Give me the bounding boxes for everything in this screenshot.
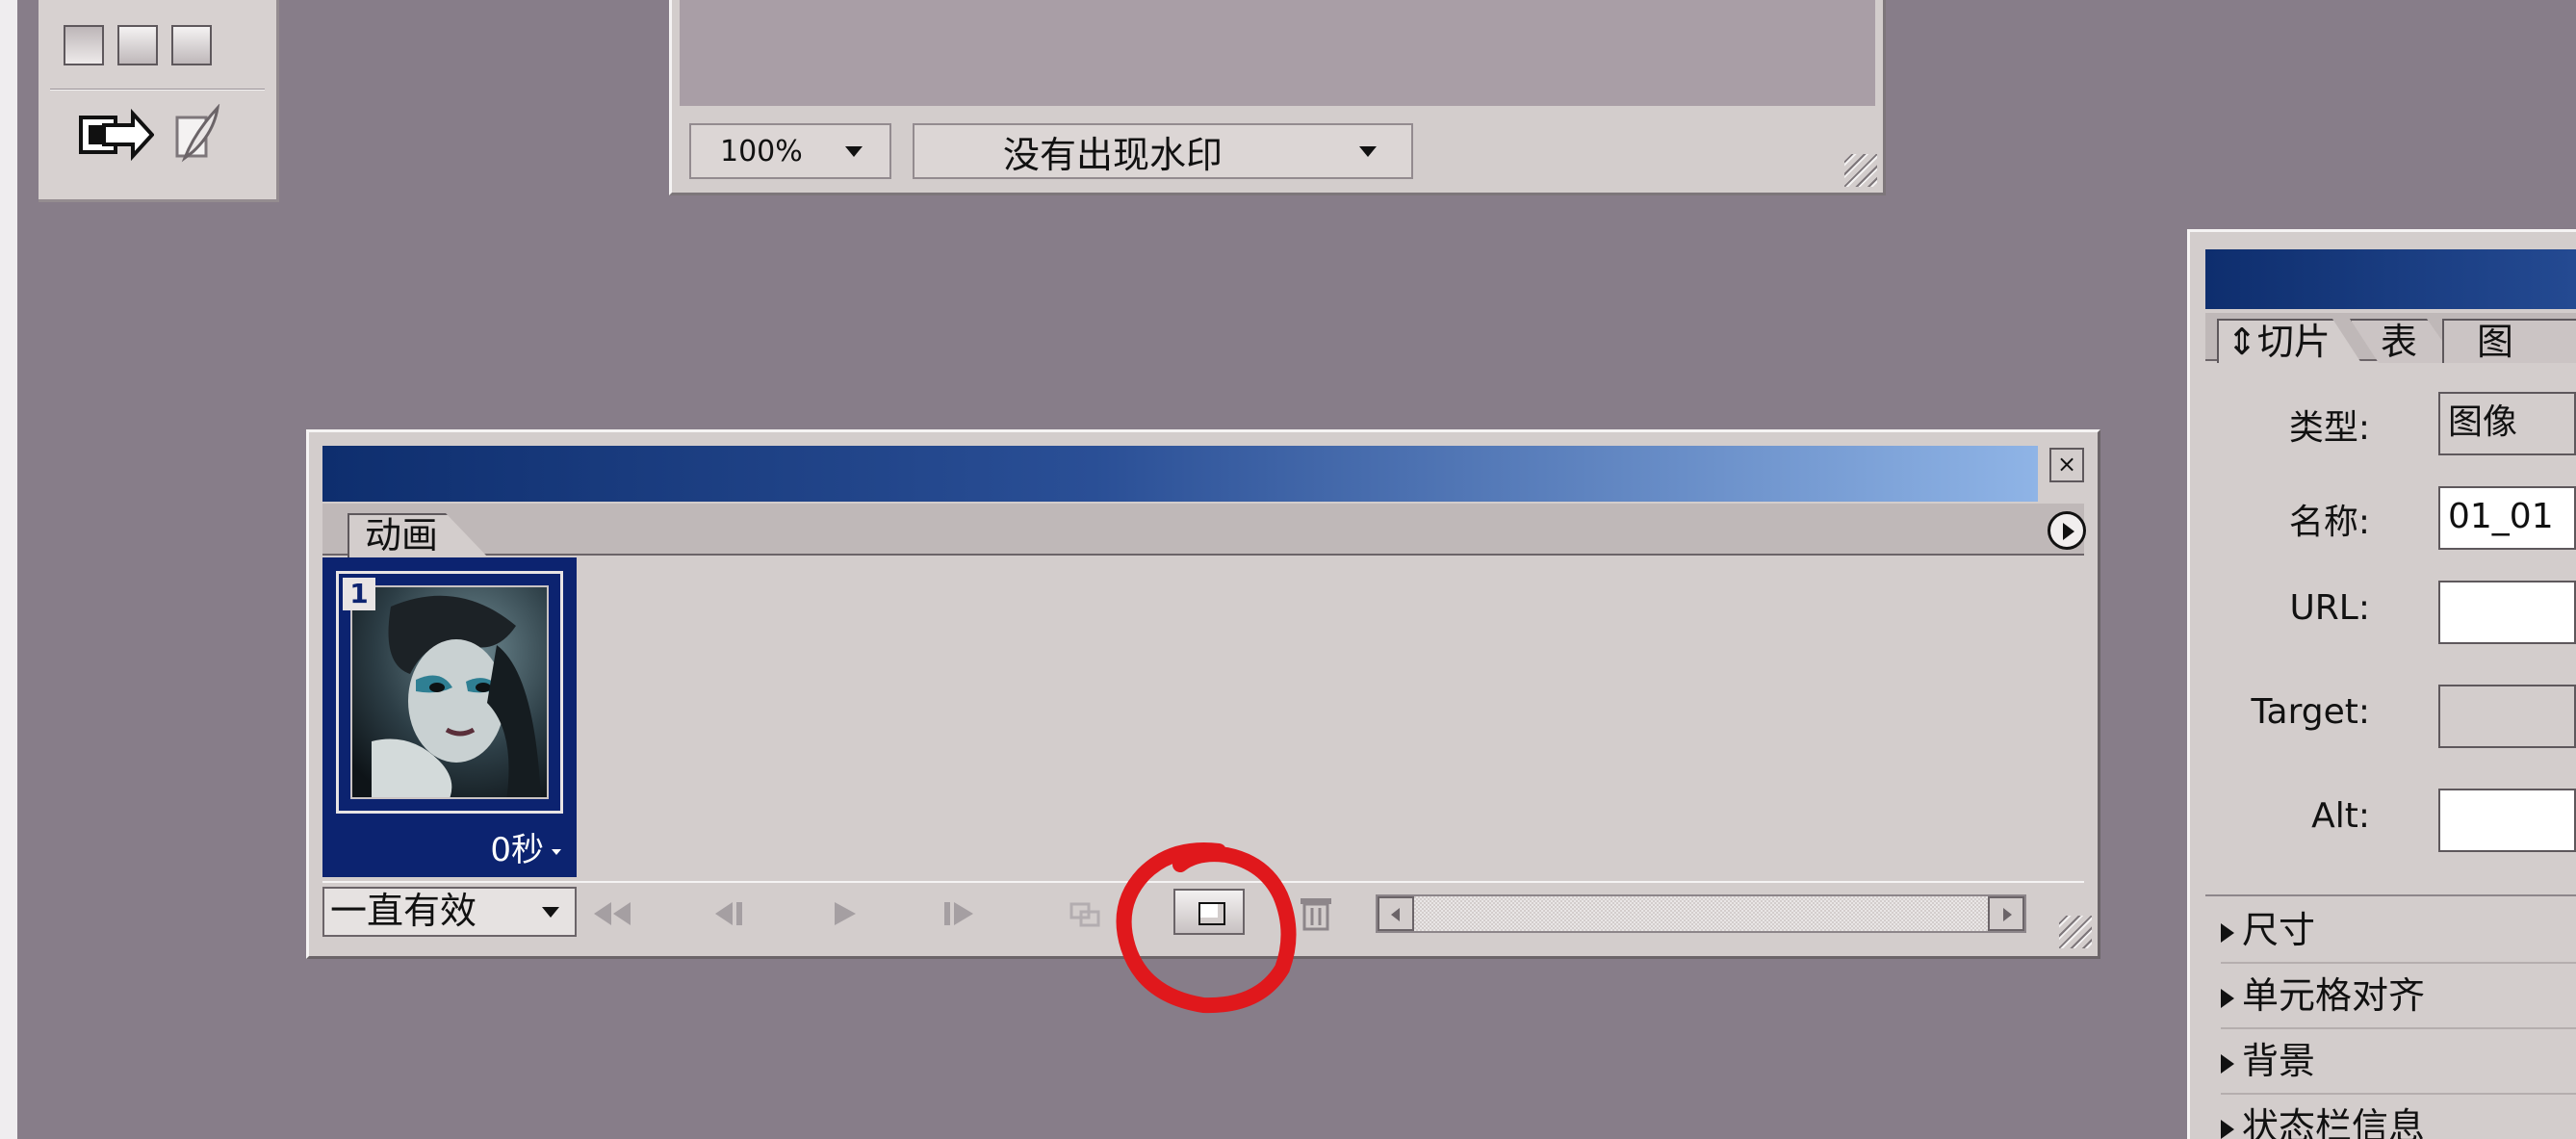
slice-type-select[interactable]: 图像 bbox=[2438, 392, 2576, 455]
section-status-bar-info-label: 状态栏信息 bbox=[2242, 1105, 2426, 1139]
image-canvas bbox=[680, 0, 1875, 106]
toolbox bbox=[39, 0, 279, 202]
slice-alt-field[interactable] bbox=[2438, 789, 2576, 852]
slice-panel: ⇕切片 表 图 类型: 图像 名称: 01_01 URL: Target: Al… bbox=[2187, 229, 2576, 1139]
frame-thumbnail bbox=[350, 585, 549, 799]
loop-options-select[interactable]: 一直有效 bbox=[322, 887, 577, 937]
expand-arrow-icon bbox=[2221, 1053, 2234, 1074]
frame-number: 1 bbox=[343, 578, 375, 610]
expand-arrow-icon bbox=[2221, 988, 2234, 1008]
section-dimensions-label: 尺寸 bbox=[2242, 909, 2316, 951]
zoom-select[interactable]: 100% bbox=[689, 123, 891, 179]
tween-icon[interactable] bbox=[1062, 894, 1110, 933]
slice-name-row: 名称: 01_01 bbox=[2190, 480, 2576, 552]
slice-alt-row: Alt: bbox=[2190, 783, 2576, 854]
slice-type-label: 类型: bbox=[2288, 408, 2370, 448]
palette-menu-icon[interactable] bbox=[2048, 511, 2086, 550]
screen-mode-buttons bbox=[64, 25, 212, 65]
feather-icon[interactable] bbox=[175, 104, 221, 164]
first-frame-icon[interactable] bbox=[588, 894, 636, 933]
screen-edge bbox=[0, 0, 17, 1139]
frames-area: 1 0秒 bbox=[322, 557, 2084, 877]
scroll-right-icon[interactable] bbox=[1988, 896, 2024, 931]
chevron-down-icon bbox=[845, 146, 863, 157]
slice-panel-title-bar[interactable] bbox=[2205, 249, 2576, 309]
standard-mode-icon[interactable] bbox=[64, 25, 104, 65]
slice-section-divider bbox=[2205, 894, 2576, 896]
slice-url-field[interactable] bbox=[2438, 581, 2576, 644]
section-background[interactable]: 背景 bbox=[2221, 1031, 2576, 1095]
palette-tab-strip: 动画 bbox=[322, 504, 2086, 557]
loop-option-value: 一直有效 bbox=[330, 890, 477, 932]
resize-grip-icon[interactable] bbox=[2059, 916, 2092, 948]
slice-target-field[interactable] bbox=[2438, 685, 2576, 748]
slice-target-row: Target: bbox=[2190, 679, 2576, 750]
frames-scrollbar[interactable] bbox=[1376, 894, 2026, 933]
slice-url-label: URL: bbox=[2289, 588, 2370, 628]
play-icon[interactable] bbox=[823, 894, 871, 933]
frame-delay-select[interactable]: 0秒 bbox=[322, 823, 561, 870]
animation-frame[interactable]: 1 0秒 bbox=[322, 557, 577, 877]
watermark-status-text: 没有出现水印 bbox=[1003, 133, 1224, 176]
trash-icon[interactable] bbox=[1295, 893, 1337, 933]
slice-type-row: 类型: 图像 bbox=[2190, 386, 2576, 457]
slice-name-field[interactable]: 01_01 bbox=[2438, 486, 2576, 550]
slice-name-label: 名称: bbox=[2288, 503, 2370, 542]
tab-slice[interactable]: ⇕切片 bbox=[2217, 319, 2361, 363]
chevron-down-icon bbox=[542, 907, 559, 918]
section-cell-alignment-label: 单元格对齐 bbox=[2242, 974, 2426, 1017]
next-frame-icon[interactable] bbox=[935, 894, 983, 933]
full-screen-icon[interactable] bbox=[171, 25, 212, 65]
chevron-down-icon bbox=[552, 848, 561, 855]
jump-to-imageready-icon[interactable] bbox=[77, 104, 154, 164]
palette-title-bar[interactable] bbox=[322, 446, 2038, 502]
prev-frame-icon[interactable] bbox=[706, 894, 754, 933]
section-background-label: 背景 bbox=[2242, 1040, 2316, 1082]
section-status-bar-info[interactable]: 状态栏信息 bbox=[2221, 1097, 2576, 1139]
slice-target-label: Target: bbox=[2251, 692, 2370, 732]
full-screen-menu-mode-icon[interactable] bbox=[117, 25, 158, 65]
jump-buttons bbox=[77, 104, 221, 164]
red-circle-annotation bbox=[1116, 842, 1297, 1014]
section-cell-alignment[interactable]: 单元格对齐 bbox=[2221, 966, 2576, 1029]
tab-animation[interactable]: 动画 bbox=[348, 513, 488, 557]
expand-arrow-icon bbox=[2221, 922, 2234, 943]
zoom-value: 100% bbox=[720, 134, 803, 168]
tab-image-map[interactable]: 图 bbox=[2442, 319, 2576, 363]
slice-alt-label: Alt: bbox=[2311, 796, 2370, 836]
frame-thumbnail-border: 1 bbox=[336, 571, 563, 814]
portrait-thumbnail bbox=[352, 587, 547, 797]
expand-arrow-icon bbox=[2221, 1119, 2234, 1139]
toolbox-divider bbox=[50, 89, 265, 91]
slice-url-row: URL: bbox=[2190, 575, 2576, 646]
resize-grip-icon[interactable] bbox=[1844, 154, 1877, 187]
image-window: 100% 没有出现水印 bbox=[669, 0, 1886, 195]
slice-panel-tabs: ⇕切片 表 图 bbox=[2205, 313, 2576, 363]
watermark-status-select[interactable]: 没有出现水印 bbox=[913, 123, 1413, 179]
close-button[interactable]: × bbox=[2049, 448, 2084, 482]
tab-slice-label: 切片 bbox=[2256, 321, 2331, 363]
frame-delay-value: 0秒 bbox=[490, 831, 544, 869]
section-dimensions[interactable]: 尺寸 bbox=[2221, 900, 2576, 964]
scroll-left-icon[interactable] bbox=[1378, 896, 1414, 931]
chevron-down-icon bbox=[1359, 146, 1377, 157]
